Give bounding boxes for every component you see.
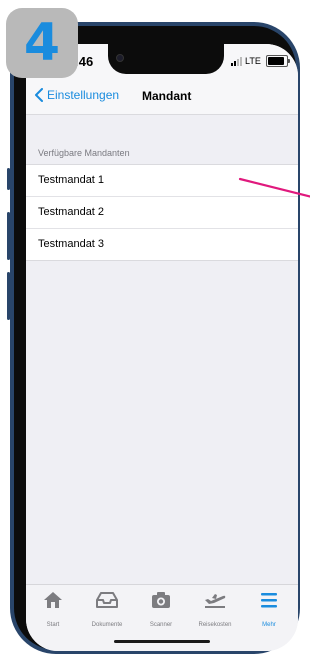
tab-label: Reisekosten: [198, 622, 232, 628]
step-number: 4: [23, 13, 61, 73]
section-header: Verfügbare Mandanten: [38, 148, 130, 158]
list-item-mandant-3[interactable]: Testmandat 3: [26, 229, 298, 260]
battery-icon: [265, 55, 290, 67]
home-icon: [44, 592, 62, 608]
tab-label: Dokumente: [91, 622, 123, 628]
back-button-label: Einstellungen: [47, 88, 120, 102]
home-indicator: [114, 640, 210, 643]
tab-scanner[interactable]: Scanner: [136, 591, 186, 631]
list-item-mandant-1[interactable]: Testmandat 1: [26, 165, 298, 197]
tab-reisekosten[interactable]: Reisekosten: [190, 591, 240, 631]
list-item-mandant-2[interactable]: Testmandat 2: [26, 197, 298, 229]
tab-dokumente[interactable]: Dokumente: [82, 591, 132, 631]
tab-mehr[interactable]: Mehr: [244, 591, 294, 631]
tab-label: Mehr: [262, 622, 276, 628]
signal-strength-icon: [231, 56, 242, 66]
front-camera-icon: [116, 54, 124, 62]
tab-bar: Start Dokumente Scanner Reisekosten Mehr: [26, 584, 298, 651]
menu-icon: [261, 593, 277, 608]
airplane-icon: [205, 594, 226, 608]
phone-notch: [108, 44, 224, 74]
mandanten-list: Testmandat 1 Testmandat 2 Testmandat 3: [26, 164, 298, 261]
network-type: LTE: [245, 56, 261, 66]
chevron-left-icon: [35, 88, 43, 102]
step-number-badge: 4: [6, 8, 78, 78]
phone-screen: 09:46 LTE Einstellungen Mandant Verfügba…: [26, 44, 298, 651]
inbox-tray-icon: [96, 592, 118, 608]
status-indicators: LTE: [231, 55, 290, 67]
tab-label: Start: [46, 622, 60, 628]
page-title: Mandant: [142, 89, 192, 103]
tab-start[interactable]: Start: [28, 591, 78, 631]
tab-label: Scanner: [149, 622, 173, 628]
back-button[interactable]: Einstellungen: [34, 88, 119, 102]
navigation-bar: Einstellungen Mandant: [26, 78, 298, 115]
camera-icon: [152, 592, 170, 608]
